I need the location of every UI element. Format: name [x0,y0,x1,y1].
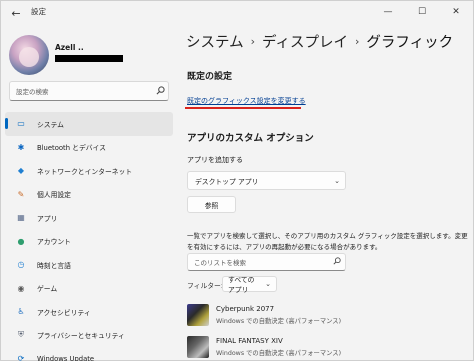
update-icon: ⟳ [17,354,25,361]
sidebar-item[interactable]: ⛨ プライバシーとセキュリティ [5,324,173,348]
page-title: グラフィック [366,35,454,51]
app-list-search[interactable]: このリストを検索 [187,253,346,271]
app-list-search-input[interactable]: このリストを検索 [194,257,329,267]
sidebar-item-label: アカウント [37,238,71,247]
sidebar-item-label: アクセシビリティ [37,308,91,317]
browse-button[interactable]: 参照 [187,196,236,213]
sidebar-item[interactable]: ♿ アクセシビリティ [5,300,173,324]
app-title: 設定 [31,7,46,16]
filter-dropdown[interactable]: すべてのアプリ ⌄ [222,276,277,294]
filter-value: すべてのアプリ [228,276,255,294]
title-bar: ← 設定 — ☐ ✕ [1,1,473,25]
apps-icon: ▦ [17,213,25,223]
breadcrumb-display[interactable]: ディスプレイ [262,31,348,52]
change-default-graphics-link[interactable]: 既定のグラフィックス設定を変更する [187,96,306,106]
sidebar-item[interactable]: ◷ 時刻と言語 [5,253,173,277]
sidebar-item-label: システム [37,120,64,129]
gamepad-icon: ◉ [17,283,25,293]
sidebar-item[interactable]: ◉ ゲーム [5,277,173,301]
shield-icon: ⛨ [18,330,24,340]
search-input[interactable]: 設定の検索 [10,86,152,96]
monitor-icon: ▭ [17,119,25,129]
add-app-label: アプリを追加する [187,156,243,164]
sidebar: Azell .. 設定の検索 ▭ システム ✱ Bluetooth とデバイス ◆ ネット… [1,25,179,361]
globe-clock-icon: ◷ [17,260,25,270]
pen-icon: ✎ [17,189,25,199]
sidebar-item-label: Bluetooth とデバイス [37,144,106,153]
breadcrumb-separator: › [250,35,255,48]
app-graphics-preference: Windows での自動決定 (高パフォーマンス) [216,318,342,325]
sidebar-item-label: Windows Update [37,354,95,361]
app-type-value: デスクトップ アプリ [195,177,259,186]
default-settings-heading: 既定の設定 [187,72,233,82]
sidebar-item[interactable]: ▦ アプリ [5,206,173,230]
sidebar-item-label: アプリ [37,214,58,223]
minimize-button[interactable]: — [371,1,405,23]
sidebar-item-label: ゲーム [37,285,58,294]
sidebar-item[interactable]: ✱ Bluetooth とデバイス [5,136,173,160]
window-controls: — ☐ ✕ [371,1,473,23]
settings-window: ← 設定 — ☐ ✕ Azell .. 設定の検索 ▭ システム ✱ Bluetoot… [0,0,474,361]
sidebar-item-label: 時刻と言語 [37,261,71,270]
custom-options-description: 一覧でアプリを検索して選択し、そのアプリ用のカスタム グラフィック設定を選択しま… [187,232,468,251]
sidebar-item[interactable]: ▭ システム [5,112,173,136]
close-button[interactable]: ✕ [439,1,473,23]
app-name: Cyberpunk 2077 [216,305,275,313]
chevron-down-icon: ⌄ [265,280,271,288]
back-button[interactable]: ← [7,5,25,21]
breadcrumb: システム › ディスプレイ › グラフィック [186,31,453,52]
app-graphics-preference: Windows での自動決定 (高パフォーマンス) [216,350,342,357]
maximize-button[interactable]: ☐ [405,1,439,23]
account-icon: ● [17,236,25,246]
profile-email-redacted [55,55,123,62]
final-fantasy-app-icon [187,336,209,358]
profile-name: Azell .. [55,43,84,52]
custom-options-heading: アプリのカスタム オプション [187,133,314,144]
search-icon [329,257,345,267]
app-name: FINAL FANTASY XIV [216,337,283,345]
accessibility-icon: ♿ [17,307,25,317]
sidebar-item-label: ネットワークとインターネット [37,167,133,176]
bluetooth-icon: ✱ [17,142,25,152]
sidebar-item-label: 個人用設定 [37,191,71,200]
sidebar-item-label: プライバシーとセキュリティ [37,332,125,341]
sidebar-item[interactable]: ● アカウント [5,230,173,254]
avatar [9,35,49,75]
main-content: システム › ディスプレイ › グラフィック 既定の設定 既定のグラフィックス設… [179,25,474,361]
search-icon[interactable] [152,85,168,97]
filter-label: フィルター: [187,282,224,290]
highlight-underline [185,107,301,109]
app-list-item[interactable]: FINAL FANTASY XIV Windows での自動決定 (高パフォーマ… [185,334,351,361]
settings-search[interactable]: 設定の検索 [9,81,169,101]
app-list-item[interactable]: Cyberpunk 2077 Windows での自動決定 (高パフォーマンス) [185,302,351,330]
breadcrumb-separator: › [354,35,360,48]
breadcrumb-system[interactable]: システム [186,31,244,52]
wifi-icon: ◆ [17,166,25,176]
cyberpunk-app-icon [187,304,209,326]
sidebar-item[interactable]: ⟳ Windows Update [5,347,173,361]
app-type-dropdown[interactable]: デスクトップ アプリ ⌄ [187,171,346,190]
sidebar-item[interactable]: ◆ ネットワークとインターネット [5,159,173,183]
chevron-down-icon: ⌄ [334,176,340,185]
sidebar-item[interactable]: ✎ 個人用設定 [5,183,173,207]
sidebar-nav: ▭ システム ✱ Bluetooth とデバイス ◆ ネットワークとインターネット ✎ 個人用… [5,112,173,361]
